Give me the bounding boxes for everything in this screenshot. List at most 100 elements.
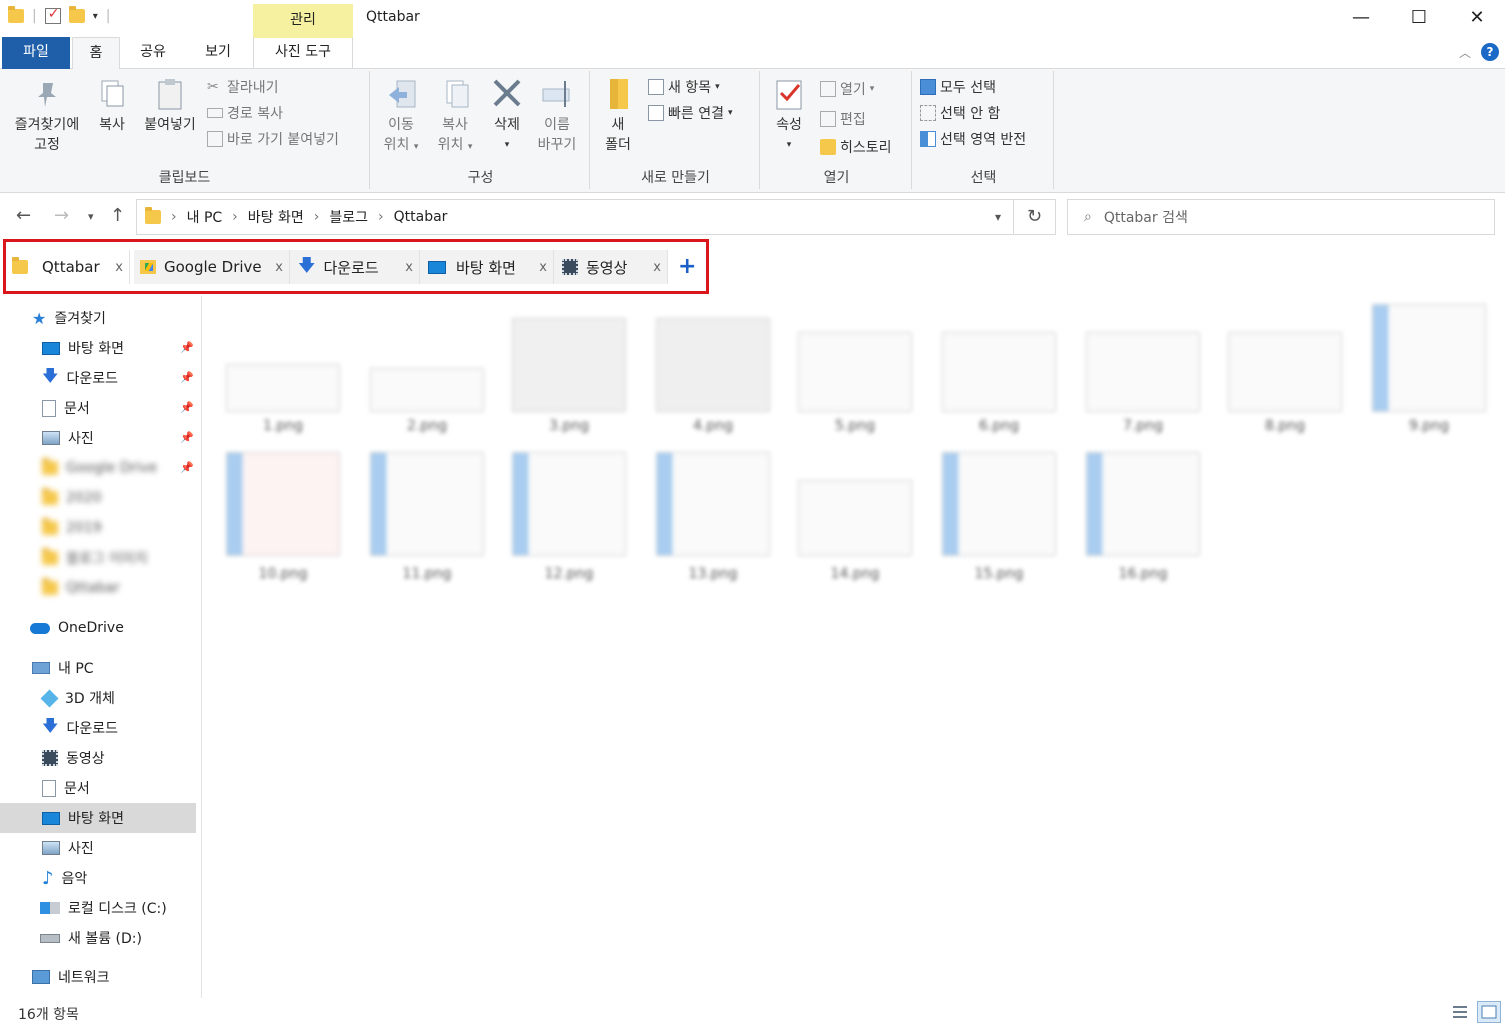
file-thumbnail[interactable]: 12.png: [512, 452, 626, 592]
copy-to-button[interactable]: 복사 위치 ▾: [430, 77, 480, 157]
open-button[interactable]: 열기 ▾: [820, 79, 874, 99]
close-button[interactable]: ✕: [1448, 0, 1505, 36]
help-icon[interactable]: ?: [1481, 43, 1499, 61]
cut-button[interactable]: ✂ 잘라내기: [207, 77, 279, 97]
nav-network[interactable]: 네트워크: [32, 962, 110, 992]
nav-quick-google-drive[interactable]: Google Drive: [42, 453, 157, 483]
qttab-google-drive[interactable]: Google Drive x: [134, 250, 290, 284]
nav-pc-music[interactable]: ♪ 음악: [42, 863, 87, 893]
nav-quick-downloads[interactable]: 🡇 다운로드: [42, 363, 118, 393]
nav-quick-folder[interactable]: 2020: [42, 483, 102, 513]
breadcrumb-this-pc[interactable]: 내 PC: [187, 207, 223, 227]
properties-dropdown-icon[interactable]: ▾: [766, 135, 812, 155]
properties-checkmark-icon[interactable]: ✓: [44, 6, 61, 24]
history-button[interactable]: 히스토리: [820, 137, 892, 157]
nav-quick-desktop[interactable]: 바탕 화면: [42, 333, 124, 363]
file-thumbnail[interactable]: 3.png: [512, 304, 626, 444]
file-thumbnail[interactable]: 1.png: [226, 304, 340, 444]
tab-view[interactable]: 보기: [190, 37, 246, 69]
nav-this-pc[interactable]: 내 PC: [32, 653, 94, 683]
new-folder-button[interactable]: 새 폴더: [596, 77, 640, 155]
nav-onedrive[interactable]: OneDrive: [30, 613, 124, 643]
address-bar[interactable]: › 내 PC › 바탕 화면 › 블로그 › Qttabar ▾: [136, 199, 1014, 235]
up-arrow-icon[interactable]: ↑: [110, 205, 125, 226]
rename-button[interactable]: 이름 바꾸기: [534, 77, 580, 155]
nav-pc-downloads[interactable]: 🡇 다운로드: [42, 713, 118, 743]
file-thumbnail[interactable]: 11.png: [370, 452, 484, 592]
large-icons-view-icon[interactable]: [1477, 1001, 1501, 1023]
qttab-downloads[interactable]: 🡇 다운로드 x: [290, 250, 420, 284]
new-folder-icon[interactable]: [68, 6, 85, 23]
maximize-button[interactable]: ☐: [1390, 0, 1448, 36]
nav-pc-desktop[interactable]: 바탕 화면: [0, 803, 196, 833]
pin-label-1: 즐겨찾기에: [14, 117, 80, 133]
easy-access-button[interactable]: 빠른 연결 ▾: [648, 103, 733, 123]
close-tab-icon[interactable]: x: [275, 260, 283, 275]
nav-quick-documents[interactable]: 문서: [42, 393, 90, 423]
paste-shortcut-button[interactable]: 바로 가기 붙여넣기: [207, 129, 339, 149]
paste-button[interactable]: 붙여넣기: [138, 77, 202, 135]
nav-pc-local-disk-c[interactable]: 로컬 디스크 (C:): [40, 893, 167, 923]
file-thumbnail[interactable]: 5.png: [798, 304, 912, 444]
select-none-button[interactable]: 선택 안 함: [920, 103, 1000, 123]
nav-quick-access[interactable]: ★ 즐겨찾기: [32, 303, 106, 333]
copy-path-button[interactable]: 경로 복사: [207, 103, 283, 123]
breadcrumb-blog[interactable]: 블로그: [329, 207, 368, 227]
back-arrow-icon[interactable]: ←: [16, 205, 31, 226]
delete-dropdown-icon[interactable]: ▾: [484, 135, 530, 155]
nav-quick-folder[interactable]: Qttabar: [42, 573, 120, 603]
customize-qat-dropdown-icon[interactable]: ▾: [93, 11, 98, 22]
desktop-icon: [42, 341, 60, 355]
nav-quick-folder[interactable]: 블로그 이미지: [42, 543, 148, 573]
file-thumbnail[interactable]: 15.png: [942, 452, 1056, 592]
details-view-icon[interactable]: [1448, 1001, 1472, 1023]
close-tab-icon[interactable]: x: [115, 260, 123, 275]
file-thumbnail[interactable]: 2.png: [370, 304, 484, 444]
qttab-videos[interactable]: 동영상 x: [554, 250, 668, 284]
close-tab-icon[interactable]: x: [539, 260, 547, 275]
qttab-desktop[interactable]: 바탕 화면 x: [420, 250, 554, 284]
file-thumbnail[interactable]: 4.png: [656, 304, 770, 444]
invert-selection-button[interactable]: 선택 영역 반전: [920, 129, 1026, 149]
recent-locations-chevron-icon[interactable]: ▾: [88, 210, 94, 223]
close-tab-icon[interactable]: x: [653, 260, 661, 275]
file-thumbnail[interactable]: 6.png: [942, 304, 1056, 444]
select-all-button[interactable]: 모두 선택: [920, 77, 996, 97]
close-tab-icon[interactable]: x: [405, 260, 413, 275]
move-to-button[interactable]: 이동 위치 ▾: [376, 77, 426, 157]
pin-to-quick-access-button[interactable]: 즐겨찾기에 고정: [6, 77, 88, 155]
minimize-button[interactable]: —: [1332, 0, 1390, 36]
new-item-button[interactable]: 새 항목 ▾: [648, 77, 720, 97]
refresh-button[interactable]: ↻: [1014, 199, 1056, 235]
file-thumbnail[interactable]: 10.png: [226, 452, 340, 592]
collapse-ribbon-icon[interactable]: ︿: [1459, 44, 1471, 61]
delete-button[interactable]: 삭제 ▾: [484, 77, 530, 155]
copy-button[interactable]: 복사: [90, 77, 134, 135]
qttab-qttabar[interactable]: Qttabar x: [12, 250, 130, 284]
file-thumbnail[interactable]: 7.png: [1086, 304, 1200, 444]
tab-file[interactable]: 파일: [2, 37, 70, 69]
nav-pc-pictures[interactable]: 사진: [42, 833, 94, 863]
breadcrumb-desktop[interactable]: 바탕 화면: [248, 207, 304, 227]
edit-button[interactable]: 편집: [820, 109, 866, 129]
tab-home[interactable]: 홈: [72, 37, 120, 70]
file-thumbnail[interactable]: 14.png: [798, 452, 912, 592]
file-thumbnail[interactable]: 9.png: [1372, 304, 1486, 444]
nav-quick-folder[interactable]: 2019: [42, 513, 102, 543]
file-thumbnail[interactable]: 8.png: [1228, 304, 1342, 444]
breadcrumb-qttabar[interactable]: Qttabar: [394, 209, 448, 225]
tab-photo-tools[interactable]: 사진 도구: [253, 37, 353, 69]
address-dropdown-chevron-icon[interactable]: ▾: [995, 210, 1001, 224]
nav-pc-videos[interactable]: 동영상: [42, 743, 105, 773]
nav-pc-documents[interactable]: 문서: [42, 773, 90, 803]
nav-pc-volume-d[interactable]: 새 볼륨 (D:): [40, 923, 142, 953]
file-thumbnail[interactable]: 16.png: [1086, 452, 1200, 592]
properties-button[interactable]: 속성 ▾: [766, 77, 812, 155]
search-input[interactable]: ⌕ Qttabar 검색: [1067, 199, 1495, 235]
tab-share[interactable]: 공유: [128, 37, 178, 69]
nav-quick-pictures[interactable]: 사진: [42, 423, 94, 453]
forward-arrow-icon[interactable]: →: [54, 205, 69, 226]
nav-pc-3d-objects[interactable]: 3D 개체: [40, 683, 115, 713]
add-tab-plus-icon[interactable]: +: [678, 254, 696, 279]
file-thumbnail[interactable]: 13.png: [656, 452, 770, 592]
